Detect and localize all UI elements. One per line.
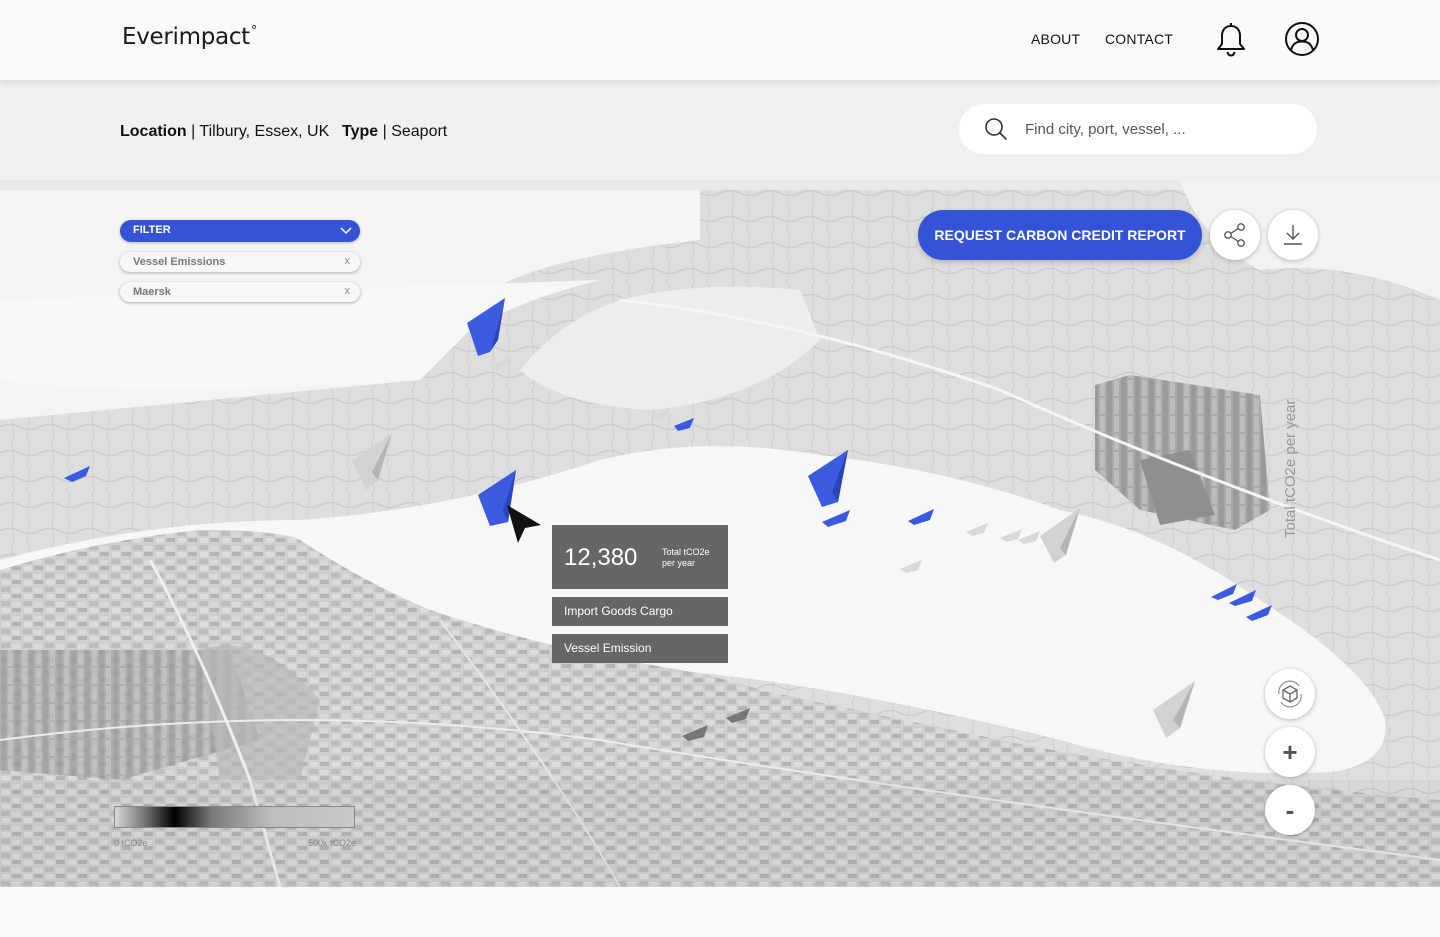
logo-mark: °	[250, 24, 258, 40]
chip-label: Vessel Emissions	[133, 256, 226, 268]
download-icon	[1284, 225, 1302, 245]
map-y-axis-label: Total tCO2e per year	[1282, 399, 1299, 538]
top-navigation-bar: Everimpact° ABOUT CONTACT	[0, 0, 1440, 80]
tooltip-unit: Total tCO2e per year	[662, 547, 722, 569]
tooltip-unit-line: Total tCO2e	[662, 547, 710, 557]
filter-dropdown[interactable]: FILTER	[120, 220, 360, 242]
legend-min-label: 0 tCO2e	[114, 838, 148, 848]
type-value: | Seaport	[378, 123, 448, 140]
search-box	[959, 104, 1317, 154]
notification-bell-icon[interactable]	[1214, 22, 1248, 58]
share-button[interactable]	[1210, 210, 1260, 260]
search-icon[interactable]	[984, 117, 1008, 141]
page-footer-area	[0, 887, 1440, 937]
location-value: | Tilbury, Essex, UK	[186, 123, 330, 140]
search-input[interactable]	[1025, 116, 1295, 142]
location-info: Location | Tilbury, Essex, UK	[120, 123, 329, 141]
chevron-down-icon	[340, 227, 352, 235]
everimpact-logo[interactable]: Everimpact°	[122, 24, 257, 50]
filter-chip-vessel-emissions[interactable]: Vessel Emissions x	[120, 252, 360, 272]
nav-about-link[interactable]: ABOUT	[1031, 31, 1080, 47]
legend-max-label: 500k tCO2e	[308, 838, 357, 848]
share-icon	[1224, 223, 1245, 247]
emissions-color-scale	[114, 806, 355, 828]
download-button[interactable]	[1268, 210, 1318, 260]
tooltip-unit-line: per year	[662, 558, 696, 568]
location-label: Location	[120, 123, 187, 140]
chip-label: Maersk	[133, 286, 171, 298]
zoom-out-button[interactable]: -	[1265, 785, 1315, 835]
remove-chip-button[interactable]: x	[345, 255, 351, 267]
filter-chip-maersk[interactable]: Maersk x	[120, 282, 360, 302]
type-info: Type | Seaport	[342, 123, 447, 141]
emission-tooltip: 12,380 Total tCO2e per year	[552, 525, 728, 589]
tooltip-row-import-goods-cargo[interactable]: Import Goods Cargo	[552, 597, 728, 626]
tooltip-value: 12,380	[564, 544, 638, 571]
tooltip-row-vessel-emission[interactable]: Vessel Emission	[552, 634, 728, 663]
request-carbon-credit-report-button[interactable]: REQUEST CARBON CREDIT REPORT	[918, 210, 1202, 260]
remove-chip-button[interactable]: x	[345, 285, 351, 297]
cube-rotate-icon	[1278, 680, 1302, 708]
filter-label: FILTER	[133, 224, 171, 236]
zoom-in-button[interactable]: +	[1265, 727, 1315, 777]
nav-contact-link[interactable]: CONTACT	[1105, 31, 1173, 47]
logo-text: Everimpact	[122, 24, 250, 50]
type-label: Type	[342, 123, 379, 140]
user-account-icon[interactable]	[1284, 21, 1320, 57]
view-3d-toggle-button[interactable]	[1265, 669, 1315, 719]
